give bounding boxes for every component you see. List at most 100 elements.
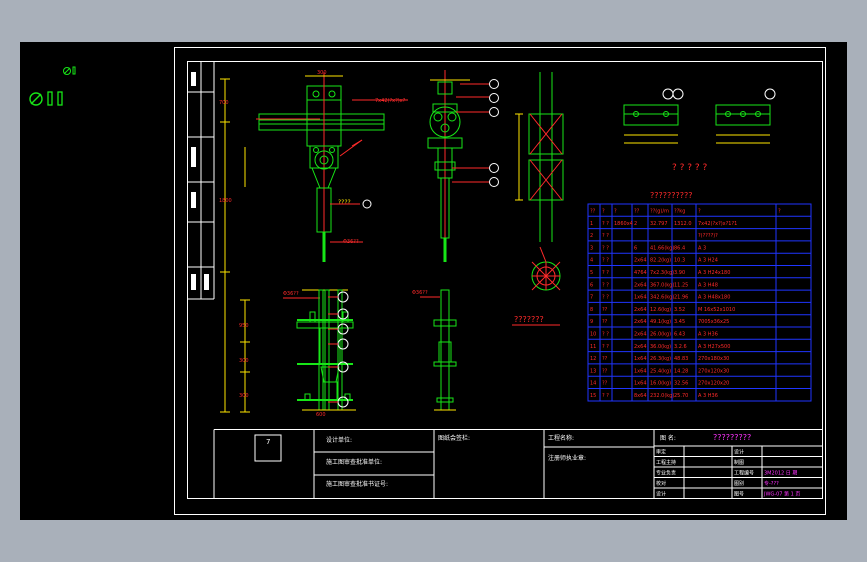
table-cell: 6 [590, 282, 593, 288]
title-block-cell: 专业负责 [656, 470, 676, 477]
table-cell: 3 [590, 245, 593, 251]
section-title: ??????? [514, 315, 544, 324]
drawing-name: ????????? [713, 433, 751, 442]
table-cell: 2x64 [634, 344, 647, 350]
table-header-cell: ? [778, 209, 781, 215]
table-cell: 10 [590, 332, 596, 338]
cad-model-viewport[interactable]: 700 1800 950 300 300 300 7x42(?x?)x? ???… [20, 42, 847, 520]
table-header-cell: ??(g)/m [650, 209, 669, 215]
title-block-cell: 工程编号 [734, 470, 754, 477]
title-block-cell: 审定 [656, 449, 666, 456]
cad-drawing: 700 1800 950 300 300 300 7x42(?x?)x? ???… [29, 47, 826, 515]
material-table: ?????????? ?????? ??(g)/m ??kg? ?1? ? 1860x4… [587, 191, 812, 402]
table-cell: 232.0(kg) [650, 393, 674, 399]
table-cell: 7x42(?x?)x?1?1 [698, 221, 737, 227]
table-cell: ? ? [602, 295, 609, 301]
table-cell: 5 [590, 270, 593, 276]
side-view: Φ36?? [412, 70, 489, 411]
title-block-cell: 设计 [734, 449, 744, 456]
table-cell: 48.83 [674, 356, 688, 362]
table-cell: 14.28 [674, 368, 688, 374]
title-block-cell: 图号 [734, 492, 744, 498]
front-view: 700 1800 950 300 300 300 7x42(?x?)x? ???… [219, 70, 408, 418]
table-cell: ?? [602, 307, 608, 313]
table-cell: ? ? [602, 233, 609, 239]
stamp-area-label: 注册师执业章: [548, 454, 586, 462]
table-cell: 12.6(kg) [650, 307, 671, 313]
approval-cert-label: 施工图审查批准书证号: [326, 480, 388, 488]
table-cell: 10.3 [674, 258, 685, 264]
table-cell: 1x64 [634, 381, 647, 387]
title-block-cell: 3M2012 日 期 [764, 471, 797, 477]
table-cell: 1860x4 [614, 221, 633, 227]
table-cell: 41.66(kg) [650, 245, 674, 251]
table-header-cell: ? [614, 209, 617, 215]
table-cell: A 3 [698, 245, 706, 251]
dia-callout-3: Φ36?? [412, 290, 428, 296]
plate-details: ? ? ? ? ? [623, 88, 776, 173]
table-header-cell: ?? [590, 209, 596, 215]
table-cell: ? ? [602, 258, 609, 264]
table-cell: 3.52 [674, 307, 685, 313]
table-cell: 1 [590, 221, 593, 227]
table-cell: ?? [602, 356, 608, 362]
table-cell: 270x180x30 [698, 356, 729, 362]
table-cell: 4764 [634, 270, 647, 276]
table-cell: A 3 H48 [698, 282, 718, 288]
title-block: 7 设计单位: 施工图审查批准单位: 施工图审查批准书证号: 图纸会签栏: 工程… [213, 429, 823, 499]
table-cell: 49.1(kg) [650, 319, 671, 325]
table-cell: 14 [590, 381, 596, 387]
title-block-cell: 制图 [734, 459, 744, 466]
strand-detail: ??????? [512, 72, 564, 326]
table-cell: 8x64 [634, 393, 647, 399]
svg-text:300: 300 [317, 70, 327, 76]
table-cell: 4 [590, 258, 593, 264]
table-cell: 13 [590, 368, 596, 374]
table-cell: 12 [590, 356, 596, 362]
table-cell: 7x2.3(kg) [650, 270, 674, 276]
table-cell: 21.96 [674, 295, 688, 301]
ucs-icon[interactable] [29, 66, 76, 106]
table-cell: 6 [634, 245, 637, 251]
table-cell: A 3 H24 [698, 258, 718, 264]
table-cell: M 16x52x1010 [698, 307, 735, 313]
table-cell: ? ? [602, 245, 609, 251]
svg-text:600: 600 [316, 412, 326, 418]
table-cell: ?(????)? [698, 233, 718, 239]
table-cell: A 3 H27x500 [698, 344, 730, 350]
table-cell: ?? [602, 319, 608, 325]
table-cell: 2x64 [634, 332, 647, 338]
table-cell: 26.0(kg) [650, 332, 671, 338]
table-cell: 32.56 [674, 381, 688, 387]
sheet-outer-frame [174, 47, 826, 515]
table-cell: 3.90 [674, 270, 685, 276]
table-cell: ?? [602, 368, 608, 374]
table-cell: 6.43 [674, 332, 685, 338]
table-cell: 25.70 [674, 393, 688, 399]
table-cell: 11 [590, 344, 596, 350]
design-unit-label: 设计单位: [326, 436, 352, 444]
table-cell: 15 [590, 393, 596, 399]
svg-text:300: 300 [239, 358, 249, 364]
table-cell: 16.0(kg) [650, 381, 671, 387]
table-cell: ? ? [602, 393, 609, 399]
table-cell: 2 [590, 233, 593, 239]
table-cell: 367.0(kg) [650, 282, 674, 288]
table-cell: 36.0(kg) [650, 344, 671, 350]
table-header-cell: ?? [634, 209, 640, 215]
project-name-label: 工程名称: [548, 434, 574, 442]
dia-callout-2: Φ36?? [283, 291, 299, 297]
table-cell: 32.797 [650, 221, 668, 227]
title-block-cell: 校对 [656, 480, 666, 487]
table-cell: 342.6(kg) [650, 295, 674, 301]
title-block-cell: 专-??? [764, 480, 779, 487]
svg-text:300: 300 [239, 393, 249, 399]
title-block-cell: 图别 [734, 480, 744, 487]
table-cell: 2 [634, 221, 637, 227]
table-cell: 2x64 [634, 258, 647, 264]
table-cell: A 3 H24x180 [698, 270, 730, 276]
table-cell: ?? [602, 381, 608, 387]
table-cell: 1x64 [634, 356, 647, 362]
table-cell: 2x64 [634, 319, 647, 325]
construction-unit-label: 施工图审查批准单位: [326, 458, 382, 466]
